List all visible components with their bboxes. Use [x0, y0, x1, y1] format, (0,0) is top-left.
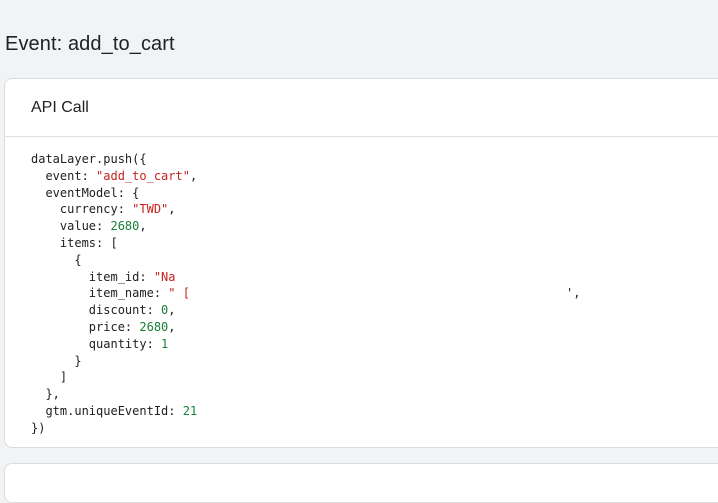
code-item-name-key: item_name: — [31, 286, 169, 301]
code-block: dataLayer.push({ event: "add_to_cart", e… — [31, 151, 580, 437]
code-eventmodel: eventModel: { — [31, 185, 140, 200]
code-line-push: dataLayer.push({ — [31, 152, 147, 166]
code-price-value: 2680 — [139, 319, 169, 334]
code-value-end: , — [139, 219, 147, 234]
code-price-key: price: — [31, 319, 140, 334]
card-title: API Call — [31, 98, 89, 116]
code-gtm-key: gtm.uniqueEventId: — [31, 403, 183, 418]
redaction-block — [175, 268, 556, 286]
code-price-end: , — [168, 319, 176, 334]
code-currency-key: currency: — [31, 202, 133, 217]
code-item-name-value: " [ — [168, 286, 190, 301]
code-value-value: 2680 — [110, 219, 140, 234]
code-currency-value: "TWD" — [132, 202, 169, 217]
code-gtm-value: 21 — [182, 403, 198, 418]
code-quantity-key: quantity: — [31, 336, 162, 351]
code-value-key: value: — [31, 219, 111, 234]
code-item-name-tail: ', — [565, 286, 581, 301]
code-quantity-value: 1 — [161, 336, 169, 351]
card-header[interactable]: API Call — [5, 79, 718, 137]
code-event-value: "add_to_cart" — [96, 168, 190, 183]
redaction-block — [189, 285, 566, 303]
code-object-open: { — [31, 252, 82, 267]
code-discount-key: discount: — [31, 303, 162, 318]
code-event-key: event: — [31, 168, 97, 183]
code-item-id-key: item_id: — [31, 269, 154, 284]
code-event-end: , — [189, 168, 198, 183]
next-card — [4, 463, 718, 503]
api-call-card: API Call dataLayer.push({ event: "add_to… — [4, 78, 718, 448]
code-items: items: [ — [31, 235, 118, 250]
code-end: }) — [31, 420, 46, 435]
code-array-close: ] — [31, 370, 68, 385]
code-model-close: }, — [31, 387, 60, 402]
code-object-close: } — [31, 353, 82, 368]
code-item-id-value: "Na — [153, 269, 176, 284]
code-currency-end: , — [168, 202, 176, 217]
code-discount-end: , — [168, 303, 176, 318]
page-title: Event: add_to_cart — [5, 33, 175, 55]
